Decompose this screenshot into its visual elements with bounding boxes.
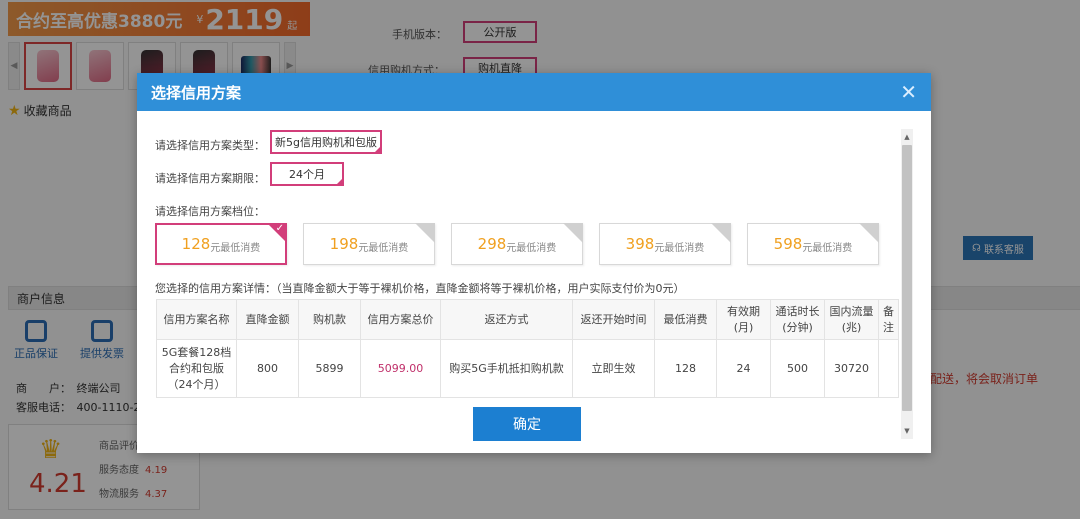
- scrollbar[interactable]: ▲ ▼: [901, 129, 913, 439]
- table-cell: 128: [654, 339, 717, 398]
- table-cell: 500: [770, 339, 825, 398]
- table-row: 5G套餐128档合约和包版（24个月） 800 5899 5099.00 购买5…: [156, 339, 899, 398]
- close-icon[interactable]: ✕: [900, 82, 917, 102]
- tier-option-398[interactable]: 398 元最低消费: [599, 223, 731, 265]
- tier-options: 128 元最低消费 ✓ 198 元最低消费 298 元最低消费 398 元最低消费 59…: [155, 223, 879, 265]
- tier-suffix: 元最低消费: [210, 242, 261, 254]
- selected-corner-icon: [373, 145, 382, 154]
- tier-suffix: 元最低消费: [358, 242, 409, 254]
- plan-tier-label: 请选择信用方案档位：: [155, 205, 265, 218]
- confirm-button[interactable]: 确定: [473, 407, 581, 441]
- table-header: 通话时长(分钟): [770, 299, 825, 340]
- plan-type-value: 新5g信用购机和包版: [275, 136, 377, 149]
- tier-suffix: 元最低消费: [802, 242, 853, 254]
- dialog-body: 请选择信用方案类型： 新5g信用购机和包版 请选择信用方案期限： 24个月 请选…: [137, 111, 913, 453]
- table-header: 国内流量(兆): [824, 299, 879, 340]
- table-cell: 购买5G手机抵扣购机款: [440, 339, 573, 398]
- tier-option-198[interactable]: 198 元最低消费: [303, 223, 435, 265]
- tier-amount: 398: [625, 235, 655, 253]
- table-cell: 24: [716, 339, 771, 398]
- scroll-down-icon[interactable]: ▼: [901, 425, 913, 437]
- corner-fold-icon: [415, 223, 435, 243]
- corner-fold-icon: [859, 223, 879, 243]
- table-header: 信用方案总价: [360, 299, 441, 340]
- corner-fold-icon: [563, 223, 583, 243]
- plan-term-label: 请选择信用方案期限：: [155, 172, 265, 185]
- scrollbar-thumb[interactable]: [902, 145, 912, 411]
- scroll-up-icon[interactable]: ▲: [901, 131, 913, 143]
- plan-type-option[interactable]: 新5g信用购机和包版: [270, 130, 382, 154]
- tier-amount: 598: [773, 235, 803, 253]
- dialog-header: 选择信用方案 ✕: [137, 73, 931, 111]
- tier-suffix: 元最低消费: [506, 242, 557, 254]
- table-header: 最低消费: [654, 299, 717, 340]
- table-header: 有效期(月): [716, 299, 771, 340]
- plan-detail-table: 信用方案名称 直降金额 购机款 信用方案总价 返还方式 返还开始时间 最低消费 …: [156, 299, 899, 398]
- tier-option-598[interactable]: 598 元最低消费: [747, 223, 879, 265]
- table-cell: 30720: [824, 339, 879, 398]
- dialog-title: 选择信用方案: [151, 83, 242, 102]
- plan-term-value: 24个月: [289, 168, 325, 181]
- table-cell: [878, 339, 899, 398]
- table-cell: 5099.00: [360, 339, 441, 398]
- tier-option-128[interactable]: 128 元最低消费 ✓: [155, 223, 287, 265]
- table-cell: 800: [236, 339, 299, 398]
- table-header: 备注: [878, 299, 899, 340]
- corner-fold-icon: [711, 223, 731, 243]
- table-cell: 5899: [298, 339, 361, 398]
- plan-type-label: 请选择信用方案类型：: [155, 139, 265, 152]
- tier-amount: 128: [181, 235, 211, 253]
- plan-term-option[interactable]: 24个月: [270, 162, 344, 186]
- tier-suffix: 元最低消费: [654, 242, 705, 254]
- table-header: 购机款: [298, 299, 361, 340]
- table-cell: 立即生效: [572, 339, 655, 398]
- credit-plan-dialog: 选择信用方案 ✕ 请选择信用方案类型： 新5g信用购机和包版 请选择信用方案期限…: [137, 73, 931, 453]
- selected-corner-icon: [335, 177, 344, 186]
- tier-amount: 298: [477, 235, 507, 253]
- table-header: 返还方式: [440, 299, 573, 340]
- table-cell: 5G套餐128档合约和包版（24个月）: [156, 339, 237, 398]
- plan-detail-label: 您选择的信用方案详情：（当直降金额大于等于裸机价格，直降金额将等于裸机价格，用户…: [155, 282, 685, 295]
- table-header: 返还开始时间: [572, 299, 655, 340]
- table-header-row: 信用方案名称 直降金额 购机款 信用方案总价 返还方式 返还开始时间 最低消费 …: [156, 299, 899, 340]
- table-header: 信用方案名称: [156, 299, 237, 340]
- tier-amount: 198: [329, 235, 359, 253]
- tier-option-298[interactable]: 298 元最低消费: [451, 223, 583, 265]
- table-header: 直降金额: [236, 299, 299, 340]
- check-icon: ✓: [275, 223, 284, 234]
